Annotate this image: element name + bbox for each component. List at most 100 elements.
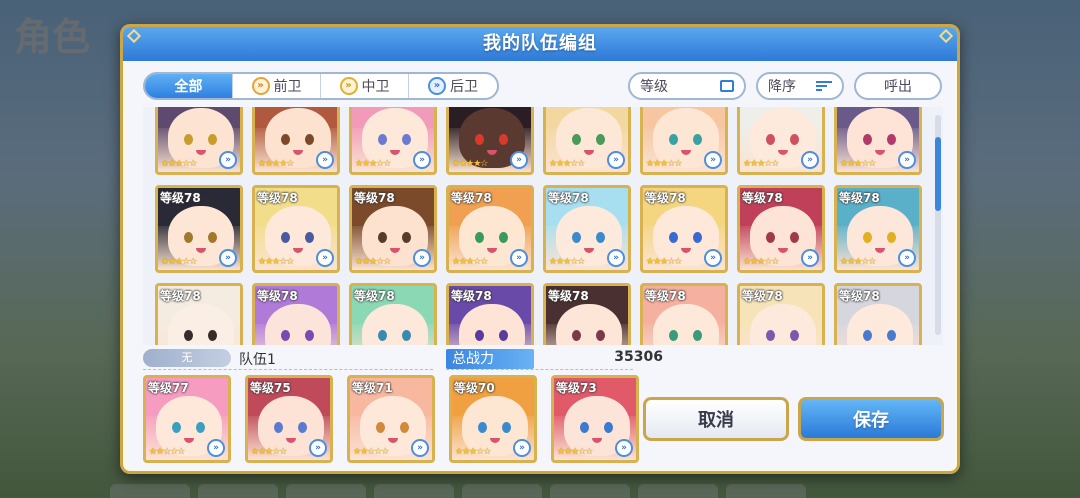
rank-icon: » (413, 151, 431, 169)
dialog-header: 我的队伍编组 (123, 27, 957, 61)
character-level: 等级71 (352, 381, 393, 395)
roster-character-card[interactable]: 等级78★★★☆☆» (543, 185, 631, 273)
roster-character-card[interactable]: ★★★☆☆ » (737, 107, 825, 175)
team-member-card[interactable]: 等级77 ★★☆☆☆ » (143, 375, 231, 463)
team-info: 无 队伍1 总战力 35306 (143, 349, 943, 370)
team-member-card[interactable]: 等级71 ★★☆☆☆ » (347, 375, 435, 463)
character-level: 等级78 (645, 191, 686, 205)
tab-rear[interactable]: » 后卫 (409, 74, 497, 98)
star-rating: ★★★☆☆ (455, 447, 491, 457)
star-rating: ★★★☆☆ (743, 257, 779, 267)
tab-all[interactable]: 全部 (145, 74, 233, 98)
character-eye (572, 330, 581, 341)
star-rating: ★★★☆☆ (355, 159, 391, 169)
roster-character-card[interactable]: 等级78★★★☆☆» (446, 185, 534, 273)
roster-character-card[interactable]: ★★★☆☆ » (543, 107, 631, 175)
star-rating: ★★★★☆ (452, 159, 488, 169)
ornament-icon (126, 28, 142, 44)
rank-icon: » (898, 249, 916, 267)
sort-order-label: 降序 (768, 79, 796, 95)
character-level: 等级78 (257, 289, 298, 303)
star-rating: ★★★☆☆ (646, 159, 682, 169)
character-eye (305, 232, 314, 243)
team-member-card[interactable]: 等级75 ★★★☆☆ » (245, 375, 333, 463)
roster-character-card[interactable]: 等级78★★★☆☆» (834, 283, 922, 345)
roster-character-card[interactable]: 等级78★★★☆☆» (640, 283, 728, 345)
rank-icon: » (309, 439, 327, 457)
rear-position-icon: » (428, 77, 446, 95)
call-out-button[interactable]: 呼出 (854, 72, 942, 100)
rank-icon: » (704, 249, 722, 267)
middle-position-icon: » (339, 77, 358, 95)
roster-character-card[interactable]: 等级78★★★☆☆» (834, 185, 922, 273)
roster-scrollbar[interactable] (935, 115, 941, 335)
roster-character-card[interactable]: ★★★☆☆ » (349, 107, 437, 175)
character-eye (305, 134, 314, 145)
character-eye (693, 134, 702, 145)
character-level: 等级78 (839, 191, 880, 205)
roster-character-card[interactable]: ★★★★☆ » (446, 107, 534, 175)
rank-icon: » (207, 439, 225, 457)
status-badge: 无 (143, 349, 231, 367)
roster-character-card[interactable]: 等级78★★★☆☆» (252, 185, 340, 273)
character-eye (305, 330, 314, 341)
tab-middle[interactable]: » 中卫 (321, 74, 409, 98)
divider (143, 369, 433, 370)
team-member-card[interactable]: 等级70 ★★★☆☆ » (449, 375, 537, 463)
character-eye (766, 232, 775, 243)
character-eye (172, 422, 181, 433)
roster-character-card[interactable]: 等级78★★★☆☆» (155, 283, 243, 345)
tab-front[interactable]: » 前卫 (233, 74, 321, 98)
character-eye (402, 232, 411, 243)
rank-icon: » (316, 151, 334, 169)
star-rating: ★★★☆☆ (251, 447, 287, 457)
star-rating: ★★★☆☆ (557, 447, 593, 457)
character-eye (376, 422, 385, 433)
rank-icon: » (513, 439, 531, 457)
roster-character-card[interactable]: ★★★★☆ » (252, 107, 340, 175)
character-roster[interactable]: ★★★☆☆» ★★★★☆» ★★★☆☆» ★★★★☆» ★★★☆☆» ★★★☆☆» ★★★☆… (143, 107, 943, 345)
character-eye (790, 232, 799, 243)
character-level: 等级78 (645, 289, 686, 303)
roster-character-card[interactable]: ★★★☆☆ » (640, 107, 728, 175)
roster-character-card[interactable]: 等级78★★★☆☆» (252, 283, 340, 345)
roster-character-card[interactable]: 等级78★★★☆☆» (640, 185, 728, 273)
position-filter-tabs: 全部 » 前卫 » 中卫 » 后卫 (143, 72, 499, 100)
tab-label: 中卫 (361, 79, 390, 95)
roster-character-card[interactable]: 等级78★★★☆☆» (737, 185, 825, 273)
rank-icon: » (316, 249, 334, 267)
roster-character-card[interactable]: 等级78★★★☆☆» (543, 283, 631, 345)
character-eye (402, 134, 411, 145)
character-eye (863, 232, 872, 243)
character-eye (580, 422, 589, 433)
character-eye (475, 134, 484, 145)
front-position-icon: » (251, 77, 270, 95)
roster-character-card[interactable]: 等级78★★★☆☆» (155, 185, 243, 273)
team-formation-dialog: 我的队伍编组 全部 » 前卫 » 中卫 » 后卫 等级 降序 呼出 ★★★☆☆ »… (120, 24, 960, 474)
roster-character-card[interactable]: 等级78★★★☆☆» (349, 283, 437, 345)
roster-character-card[interactable]: ★★★☆☆ » (834, 107, 922, 175)
character-level: 等级78 (548, 289, 589, 303)
sort-field-button[interactable]: 等级 (628, 72, 746, 100)
rank-icon: » (607, 249, 625, 267)
sort-field-label: 等级 (640, 79, 668, 95)
star-rating: ★★★☆☆ (549, 159, 585, 169)
star-rating: ★★★☆☆ (258, 257, 294, 267)
character-eye (184, 330, 193, 341)
roster-character-card[interactable]: ★★★☆☆ » (155, 107, 243, 175)
cancel-button[interactable]: 取消 (643, 397, 789, 441)
roster-character-card[interactable]: 等级78★★★☆☆» (737, 283, 825, 345)
roster-character-card[interactable]: 等级78★★★☆☆» (349, 185, 437, 273)
scrollbar-thumb[interactable] (935, 137, 941, 211)
character-level: 等级78 (451, 191, 492, 205)
save-button[interactable]: 保存 (798, 397, 944, 441)
team-member-card[interactable]: 等级73 ★★★☆☆ » (551, 375, 639, 463)
star-rating: ★★☆☆☆ (353, 447, 389, 457)
dialog-title: 我的队伍编组 (483, 33, 597, 54)
character-eye (669, 330, 678, 341)
sort-order-button[interactable]: 降序 (756, 72, 844, 100)
roster-character-card[interactable]: 等级78★★★☆☆» (446, 283, 534, 345)
character-level: 等级78 (451, 289, 492, 303)
character-eye (790, 330, 799, 341)
rank-icon: » (510, 151, 528, 169)
